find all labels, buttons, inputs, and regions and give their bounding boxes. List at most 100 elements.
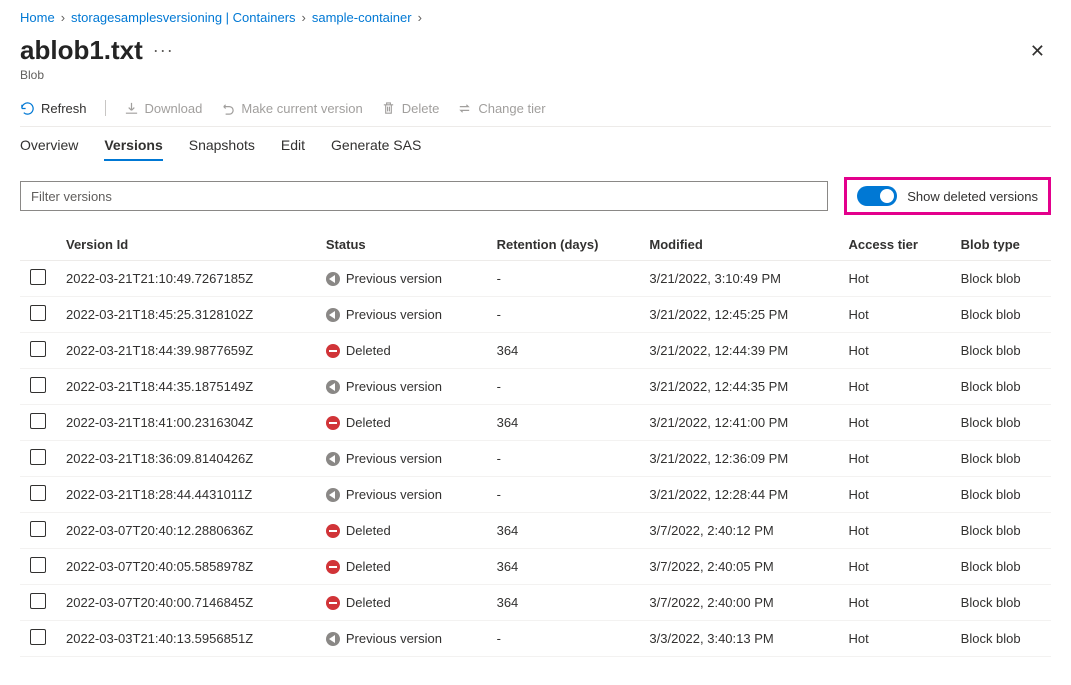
show-deleted-toggle[interactable]: [857, 186, 897, 206]
row-checkbox[interactable]: [30, 557, 46, 573]
download-button: Download: [124, 101, 203, 116]
tab-overview[interactable]: Overview: [20, 137, 78, 161]
delete-label: Delete: [402, 101, 440, 116]
row-checkbox[interactable]: [30, 593, 46, 609]
cell-retention: -: [487, 369, 640, 405]
table-row[interactable]: 2022-03-03T21:40:13.5956851ZPrevious ver…: [20, 621, 1051, 657]
previous-version-icon: [326, 308, 340, 322]
status-text: Previous version: [346, 307, 442, 322]
download-label: Download: [145, 101, 203, 116]
status-text: Deleted: [346, 595, 391, 610]
col-access-tier[interactable]: Access tier: [839, 229, 951, 261]
cell-blob-type: Block blob: [951, 369, 1051, 405]
breadcrumb-home[interactable]: Home: [20, 10, 55, 25]
table-row[interactable]: 2022-03-21T18:41:00.2316304ZDeleted3643/…: [20, 405, 1051, 441]
col-status[interactable]: Status: [316, 229, 487, 261]
breadcrumb-container[interactable]: sample-container: [312, 10, 412, 25]
deleted-icon: [326, 596, 340, 610]
table-row[interactable]: 2022-03-21T18:44:39.9877659ZDeleted3643/…: [20, 333, 1051, 369]
cell-version-id: 2022-03-21T18:44:35.1875149Z: [56, 369, 316, 405]
cell-access-tier: Hot: [839, 549, 951, 585]
chevron-right-icon: ›: [61, 10, 65, 25]
cell-access-tier: Hot: [839, 441, 951, 477]
change-tier-button: Change tier: [457, 101, 545, 116]
table-row[interactable]: 2022-03-21T18:28:44.4431011Z Previous ver…: [20, 477, 1051, 513]
cell-retention: -: [487, 621, 640, 657]
trash-icon: [381, 101, 396, 116]
table-row[interactable]: 2022-03-07T20:40:00.7146845ZDeleted3643/…: [20, 585, 1051, 621]
col-blob-type[interactable]: Blob type: [951, 229, 1051, 261]
cell-retention: 364: [487, 333, 640, 369]
download-icon: [124, 101, 139, 116]
page-title: ablob1.txt: [20, 35, 143, 66]
cell-blob-type: Block blob: [951, 441, 1051, 477]
cell-status: Previous version: [316, 369, 487, 405]
show-deleted-label: Show deleted versions: [907, 189, 1038, 204]
tab-versions[interactable]: Versions: [104, 137, 162, 161]
cell-blob-type: Block blob: [951, 513, 1051, 549]
col-modified[interactable]: Modified: [639, 229, 838, 261]
change-tier-label: Change tier: [478, 101, 545, 116]
cell-retention: 364: [487, 585, 640, 621]
status-text: Previous version: [346, 487, 442, 502]
cell-status: Deleted: [316, 549, 487, 585]
tab-edit[interactable]: Edit: [281, 137, 305, 161]
filter-versions-input[interactable]: [20, 181, 828, 211]
cell-version-id: 2022-03-21T18:41:00.2316304Z: [56, 405, 316, 441]
cell-access-tier: Hot: [839, 405, 951, 441]
cell-modified: 3/21/2022, 12:44:35 PM: [639, 369, 838, 405]
cell-blob-type: Block blob: [951, 297, 1051, 333]
cell-version-id: 2022-03-21T18:36:09.8140426Z: [56, 441, 316, 477]
row-checkbox[interactable]: [30, 449, 46, 465]
row-checkbox[interactable]: [30, 341, 46, 357]
previous-version-icon: [326, 452, 340, 466]
deleted-icon: [326, 416, 340, 430]
tab-snapshots[interactable]: Snapshots: [189, 137, 255, 161]
row-checkbox[interactable]: [30, 269, 46, 285]
cell-blob-type: Block blob: [951, 333, 1051, 369]
more-menu-button[interactable]: ···: [153, 40, 174, 61]
status-text: Previous version: [346, 631, 442, 646]
cell-status: Previous version: [316, 621, 487, 657]
row-checkbox[interactable]: [30, 521, 46, 537]
tab-generate-sas[interactable]: Generate SAS: [331, 137, 421, 161]
table-row[interactable]: 2022-03-07T20:40:12.2880636ZDeleted3643/…: [20, 513, 1051, 549]
row-checkbox[interactable]: [30, 485, 46, 501]
table-row[interactable]: 2022-03-21T18:45:25.3128102ZPrevious ver…: [20, 297, 1051, 333]
cell-version-id: 2022-03-07T20:40:00.7146845Z: [56, 585, 316, 621]
versions-table-scroll[interactable]: Version Id Status Retention (days) Modif…: [20, 229, 1051, 665]
table-row[interactable]: 2022-03-21T18:36:09.8140426ZPrevious ver…: [20, 441, 1051, 477]
close-button[interactable]: ✕: [1024, 35, 1051, 68]
table-row[interactable]: 2022-03-21T18:44:35.1875149ZPrevious ver…: [20, 369, 1051, 405]
row-checkbox[interactable]: [30, 377, 46, 393]
cell-version-id: 2022-03-07T20:40:05.5858978Z: [56, 549, 316, 585]
cell-status: Previous version: [316, 261, 487, 297]
swap-icon: [457, 101, 472, 116]
cell-retention: 364: [487, 549, 640, 585]
row-checkbox[interactable]: [30, 305, 46, 321]
refresh-button[interactable]: Refresh: [20, 101, 87, 116]
cell-retention: -: [487, 441, 640, 477]
cell-blob-type: Block blob: [951, 549, 1051, 585]
cell-blob-type: Block blob: [951, 477, 1051, 513]
row-checkbox[interactable]: [30, 413, 46, 429]
table-row[interactable]: 2022-03-07T20:40:05.5858978ZDeleted3643/…: [20, 549, 1051, 585]
row-checkbox[interactable]: [30, 629, 46, 645]
breadcrumb-storage[interactable]: storagesamplesversioning | Containers: [71, 10, 296, 25]
table-row[interactable]: 2022-03-21T21:10:49.7267185ZPrevious ver…: [20, 261, 1051, 297]
status-text: Deleted: [346, 343, 391, 358]
col-retention[interactable]: Retention (days): [487, 229, 640, 261]
cell-access-tier: Hot: [839, 333, 951, 369]
cell-blob-type: Block blob: [951, 261, 1051, 297]
previous-version-icon: [326, 380, 340, 394]
make-current-button: Make current version: [220, 101, 362, 116]
cell-version-id: 2022-03-21T18:28:44.4431011Z: [56, 477, 316, 513]
refresh-label: Refresh: [41, 101, 87, 116]
cell-blob-type: Block blob: [951, 585, 1051, 621]
cell-status: Deleted: [316, 333, 487, 369]
previous-version-icon: [326, 488, 340, 502]
cell-modified: 3/7/2022, 2:40:05 PM: [639, 549, 838, 585]
col-version-id[interactable]: Version Id: [56, 229, 316, 261]
cell-modified: 3/3/2022, 3:40:13 PM: [639, 621, 838, 657]
cell-status: Deleted: [316, 513, 487, 549]
